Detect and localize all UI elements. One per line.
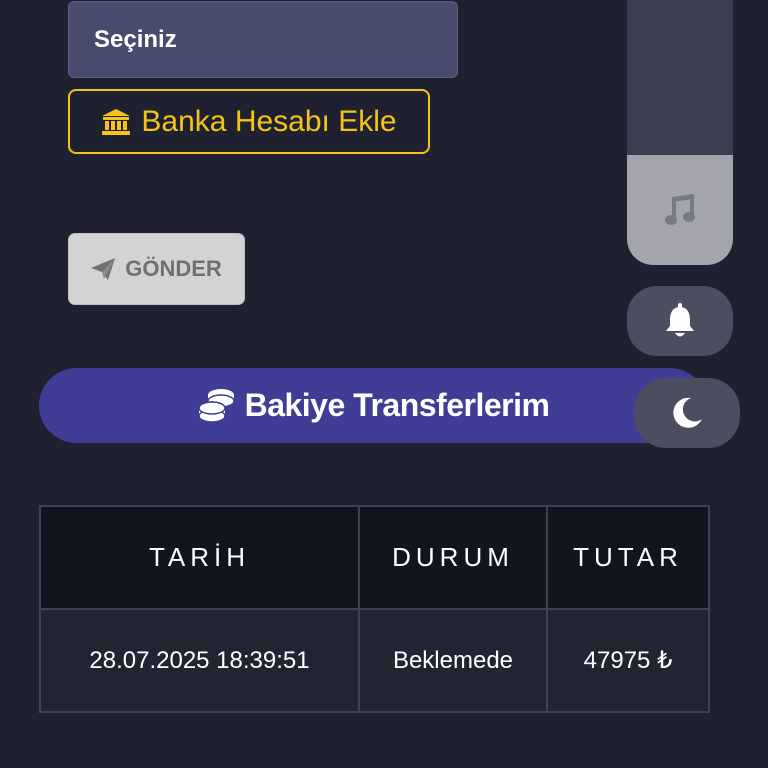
coins-icon (197, 386, 237, 426)
table-header-row: TARİH DURUM TUTAR (39, 505, 710, 610)
music-button[interactable] (627, 155, 733, 265)
bank-icon (101, 108, 131, 136)
dark-mode-toggle[interactable] (634, 378, 740, 448)
column-header-status: DURUM (358, 505, 548, 610)
transfer-amount: 47975 ₺ (546, 608, 710, 713)
add-bank-account-button[interactable]: Banka Hesabı Ekle (68, 89, 430, 154)
balance-transfers-banner: Bakiye Transferlerim (39, 368, 707, 443)
account-select[interactable]: Seçiniz (68, 1, 458, 78)
transfers-table: TARİH DURUM TUTAR 28.07.2025 18:39:51 Be… (39, 505, 710, 713)
transfer-status: Beklemede (358, 608, 548, 713)
account-select-value: Seçiniz (94, 25, 177, 53)
column-header-date: TARİH (39, 505, 360, 610)
paper-plane-icon (91, 258, 116, 280)
notifications-button[interactable] (627, 286, 733, 356)
add-bank-account-label: Banka Hesabı Ekle (141, 104, 397, 138)
column-header-amount: TUTAR (546, 505, 710, 610)
side-control-panel (627, 0, 733, 265)
table-row: 28.07.2025 18:39:51 Beklemede 47975 ₺ (39, 608, 710, 713)
send-button[interactable]: GÖNDER (68, 233, 245, 305)
music-icon (663, 193, 697, 227)
moon-icon (669, 395, 705, 431)
bell-icon (663, 303, 697, 339)
send-button-label: GÖNDER (125, 256, 222, 281)
balance-transfers-title: Bakiye Transferlerim (244, 387, 550, 423)
transfer-date: 28.07.2025 18:39:51 (39, 608, 360, 713)
